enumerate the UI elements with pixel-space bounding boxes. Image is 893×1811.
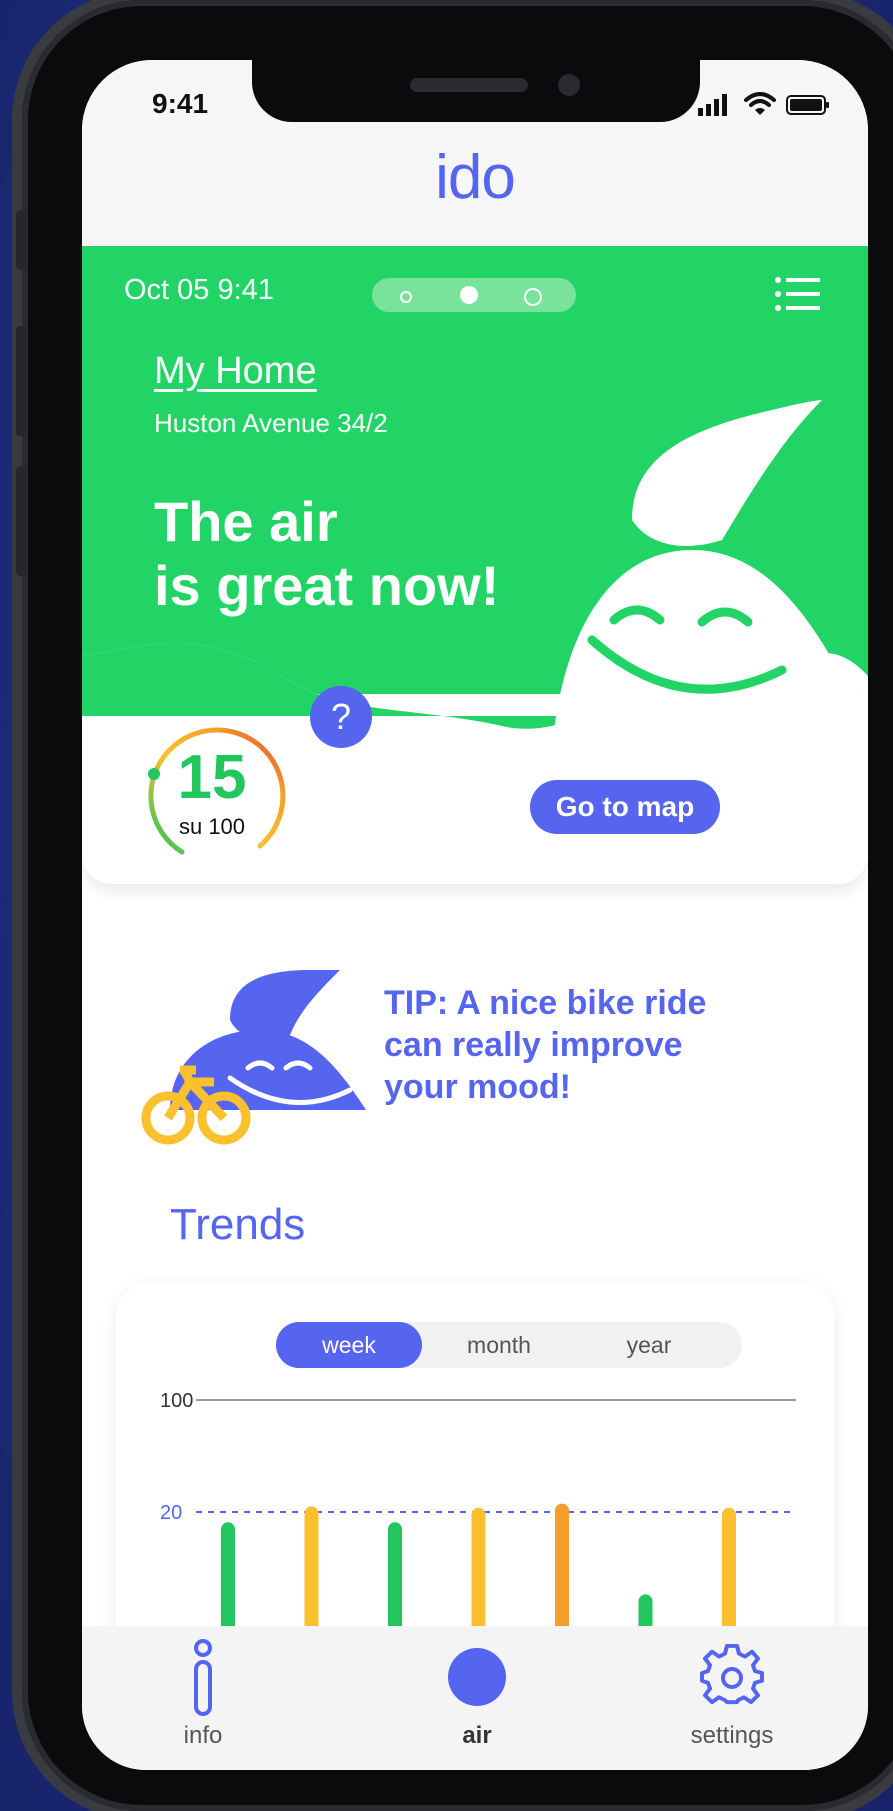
location-name-link[interactable]: My Home: [154, 350, 317, 393]
tab-week[interactable]: week: [276, 1322, 422, 1368]
headline-line-2: is great now!: [154, 554, 500, 617]
nav-label-info: info: [183, 1722, 223, 1749]
air-status-headline: The air is great now!: [154, 490, 574, 618]
bottom-navigation: info air settings: [82, 1626, 868, 1770]
nav-label-settings: settings: [690, 1722, 774, 1749]
headline-line-1: The air: [154, 490, 338, 553]
signal-icon: [698, 94, 727, 116]
page-dot[interactable]: [524, 288, 542, 306]
status-time: 9:41: [152, 88, 209, 119]
nav-item-info[interactable]: info: [148, 1626, 258, 1770]
help-button[interactable]: ?: [310, 686, 372, 748]
battery-icon: [786, 95, 829, 115]
air-quality-value: 15: [177, 743, 247, 812]
bike-mascot-illustration: [141, 970, 366, 1145]
page-dot[interactable]: [400, 291, 412, 303]
wifi-icon: [744, 92, 776, 115]
gear-icon: [700, 1644, 764, 1705]
mute-switch: [16, 210, 26, 270]
notch: [252, 60, 700, 122]
nav-item-air[interactable]: air: [422, 1626, 532, 1770]
info-icon: [194, 1639, 212, 1716]
air-quality-scale: su 100: [178, 814, 246, 839]
speaker: [410, 78, 528, 92]
location-address: Huston Avenue 34/2: [154, 408, 388, 438]
status-icons: [696, 92, 830, 116]
date-time: Oct 05 9:41: [124, 274, 274, 306]
air-quality-gauge: 15 su 100: [142, 712, 292, 862]
tip-text: TIP: A nice bike ride can really improve…: [384, 984, 707, 1106]
trends-title: Trends: [170, 1200, 306, 1249]
volume-up-button: [16, 326, 26, 436]
tab-month[interactable]: month: [426, 1322, 572, 1368]
menu-list-icon[interactable]: [774, 276, 822, 312]
page-dot-active[interactable]: [460, 286, 478, 304]
camera: [558, 74, 580, 96]
period-selector: week month year: [276, 1322, 742, 1368]
volume-down-button: [16, 466, 26, 576]
y-tick-label: 20: [160, 1502, 182, 1524]
app-screen: 9:41 ido Oct 05 9:41 My Home Huston Aven…: [82, 60, 868, 1770]
air-dot-icon: [448, 1648, 506, 1706]
tab-year[interactable]: year: [576, 1322, 722, 1368]
nav-item-settings[interactable]: settings: [662, 1626, 802, 1770]
app-logo: ido: [435, 143, 516, 212]
nav-label-air: air: [462, 1722, 492, 1749]
go-to-map-button[interactable]: Go to map: [530, 780, 720, 834]
location-pager[interactable]: [372, 278, 576, 312]
y-tick-label: 100: [160, 1390, 193, 1412]
